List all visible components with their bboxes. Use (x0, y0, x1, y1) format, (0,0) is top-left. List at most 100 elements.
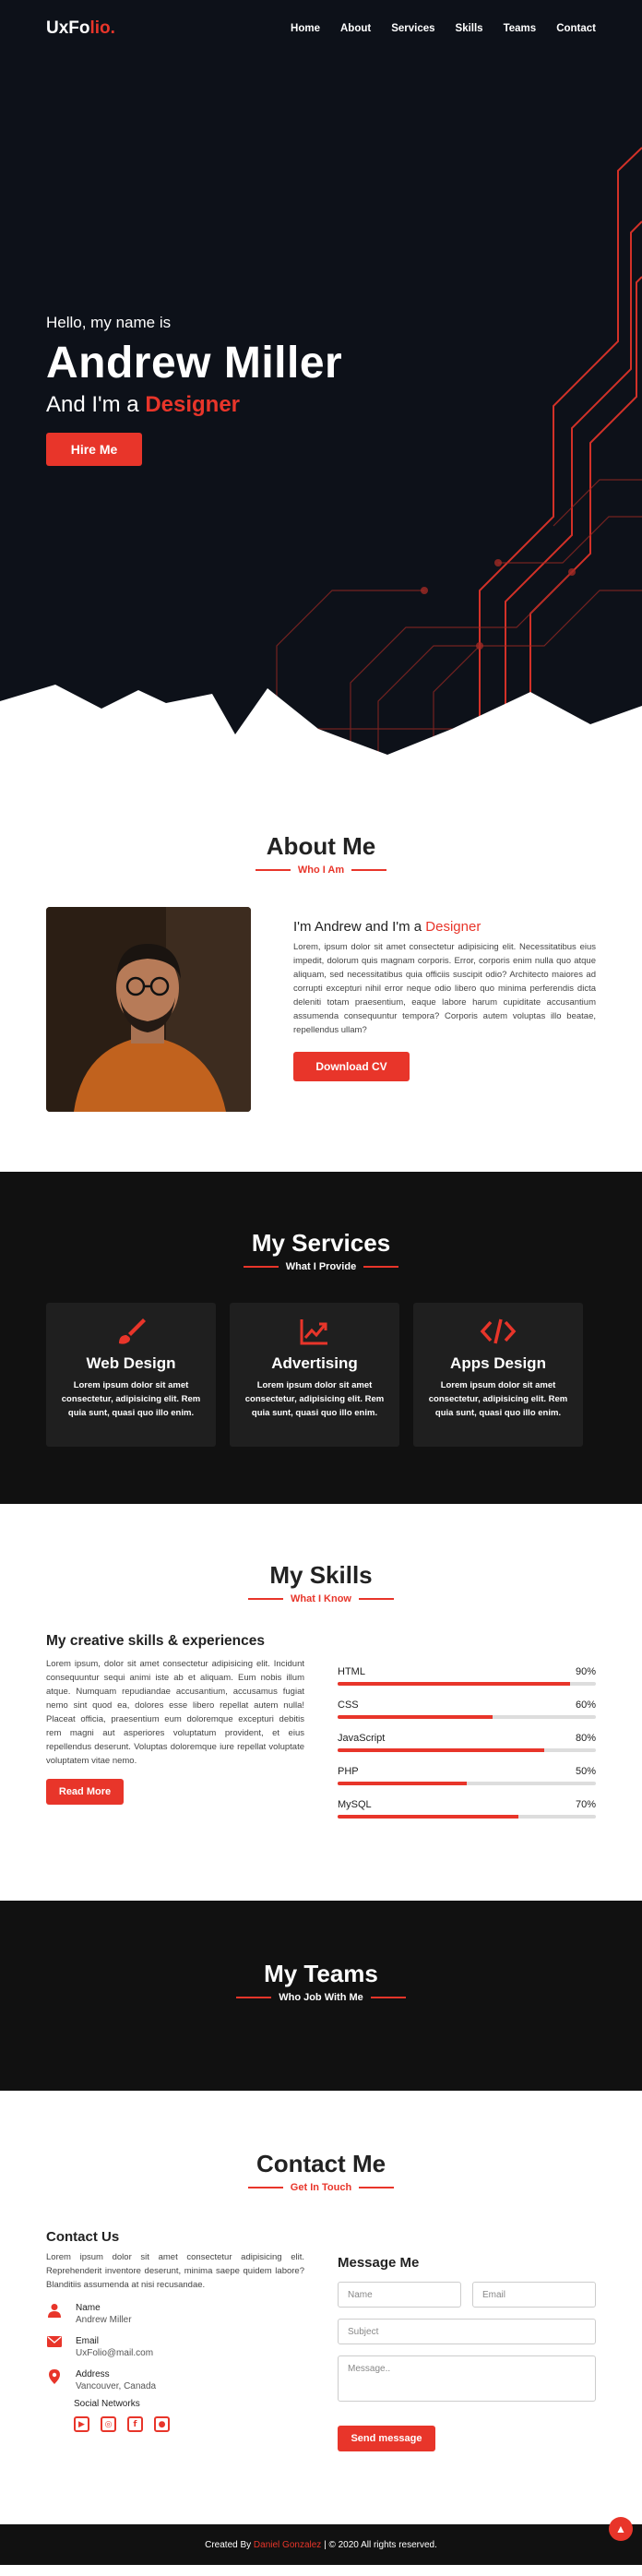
divider (359, 1598, 394, 1600)
read-more-button[interactable]: Read More (46, 1779, 124, 1805)
skill-percent: 50% (575, 1766, 596, 1777)
logo-main: UxFo (46, 18, 90, 38)
skill-name: HTML (338, 1666, 365, 1677)
chart-line-icon (230, 1316, 399, 1347)
code-icon (413, 1316, 583, 1347)
skills-title: My Skills (269, 1561, 373, 1589)
teams-subtitle-text: Who Job With Me (279, 1992, 363, 2003)
divider (247, 2187, 283, 2188)
footer: Created By Daniel Gonzalez | © 2020 All … (0, 2517, 642, 2565)
contact-paragraph: Lorem ipsum dolor sit amet consectetur a… (46, 2252, 304, 2290)
skill-track (338, 1815, 596, 1819)
about-paragraph: Lorem, ipsum dolor sit amet consectetur … (293, 942, 596, 1035)
skill-fill (338, 1815, 518, 1819)
skill-track (338, 1782, 596, 1785)
contact-info: Contact Us Lorem ipsum dolor sit amet co… (46, 2229, 304, 2432)
service-cards: Web Design Lorem ipsum dolor sit amet co… (46, 1303, 583, 1447)
envelope-icon (46, 2336, 63, 2347)
contact-title: Contact Me (256, 2150, 386, 2177)
info-value[interactable]: UxFolio@mail.com (76, 2348, 153, 2358)
about-subtitle: Who I Am (0, 865, 642, 876)
email-field[interactable]: Email (472, 2282, 596, 2308)
divider (351, 869, 387, 871)
skill-percent: 90% (575, 1666, 596, 1677)
info-label: Name (76, 2303, 101, 2313)
message-field[interactable]: Message.. (338, 2355, 596, 2402)
divider (359, 2187, 395, 2188)
download-cv-button[interactable]: Download CV (293, 1052, 410, 1081)
skills-section: My Skills What I Know My creative skills… (0, 1504, 642, 1901)
divider (255, 869, 291, 871)
profile-photo (46, 907, 251, 1112)
footer-suffix: | © 2020 All rights reserved. (324, 2539, 437, 2550)
youtube-icon[interactable]: ▶ (74, 2416, 89, 2432)
form-heading: Message Me (338, 2255, 420, 2271)
skill-bar-javascript: JavaScript 80% (338, 1733, 596, 1752)
skill-fill (338, 1715, 493, 1719)
service-text: Lorem ipsum dolor sit amet consectetur, … (244, 1380, 385, 1418)
instagram-icon[interactable]: ◎ (101, 2416, 116, 2432)
footer-text: Created By Daniel Gonzalez | © 2020 All … (205, 2540, 437, 2550)
skills-text: My creative skills & experiences Lorem i… (46, 1633, 304, 1805)
skill-track (338, 1748, 596, 1752)
skill-fill (338, 1682, 570, 1686)
social-links: ▶ ◎ f ● (74, 2416, 304, 2432)
nav-contact[interactable]: Contact (556, 23, 596, 34)
divider (236, 1997, 272, 1998)
scroll-to-top-button[interactable]: ▲ (609, 2517, 633, 2541)
hire-me-button[interactable]: Hire Me (46, 433, 142, 466)
nav-skills[interactable]: Skills (456, 23, 483, 34)
skill-bar-mysql: MySQL 70% (338, 1799, 596, 1819)
nav-about[interactable]: About (340, 23, 371, 34)
teams-section: My Teams Who Job With Me (0, 1901, 642, 2091)
skill-name: CSS (338, 1699, 359, 1711)
skill-name: JavaScript (338, 1733, 386, 1744)
contact-section: Contact Me Get In Touch Contact Us Lorem… (0, 2091, 642, 2524)
services-section: My Services What I Provide Web Design Lo… (0, 1172, 642, 1504)
service-text: Lorem ipsum dolor sit amet consectetur, … (428, 1380, 568, 1418)
logo[interactable]: UxFolio. (46, 18, 115, 39)
skill-bar-html: HTML 90% (338, 1666, 596, 1686)
contact-address: Address Vancouver, Canada (46, 2369, 304, 2391)
hero-role-word: Designer (145, 392, 241, 417)
about-text: I'm Andrew and I'm a Designer Lorem, ips… (293, 919, 596, 1081)
about-section: About Me Who I Am I'm Andrew and I'm a D… (0, 766, 642, 1172)
hero-greeting: Hello, my name is (46, 314, 172, 331)
contact-email: Email UxFolio@mail.com (46, 2336, 304, 2358)
skill-percent: 70% (575, 1799, 596, 1810)
service-card-web-design[interactable]: Web Design Lorem ipsum dolor sit amet co… (46, 1303, 216, 1447)
contact-subtitle: Get In Touch (0, 2182, 642, 2193)
divider (248, 1598, 283, 1600)
contact-name: Name Andrew Miller (46, 2303, 304, 2325)
skill-fill (338, 1782, 467, 1785)
divider (363, 1266, 399, 1268)
social-heading: Social Networks (74, 2399, 140, 2409)
nav-home[interactable]: Home (291, 23, 320, 34)
contact-heading: Contact Us (46, 2229, 120, 2245)
skill-bar-php: PHP 50% (338, 1766, 596, 1785)
services-title: My Services (251, 1229, 391, 1257)
teams-title: My Teams (264, 1960, 378, 1987)
skills-heading: My creative skills & experiences (46, 1633, 265, 1649)
top-navbar: UxFolio. Home About Services Skills Team… (0, 0, 642, 57)
name-field[interactable]: Name (338, 2282, 461, 2308)
nav-services[interactable]: Services (391, 23, 434, 34)
nav-teams[interactable]: Teams (504, 23, 537, 34)
service-card-advertising[interactable]: Advertising Lorem ipsum dolor sit amet c… (230, 1303, 399, 1447)
skill-name: MySQL (338, 1799, 372, 1810)
map-marker-icon (46, 2369, 63, 2384)
about-heading: I'm Andrew and I'm a Designer (293, 919, 596, 935)
service-title: Web Design (86, 1354, 176, 1372)
divider (243, 1266, 279, 1268)
footer-author[interactable]: Daniel Gonzalez (254, 2540, 321, 2550)
hero-name: Andrew Miller (46, 339, 343, 388)
contact-subtitle-text: Get In Touch (290, 2182, 352, 2193)
send-message-button[interactable]: Send message (338, 2426, 435, 2451)
service-card-apps-design[interactable]: Apps Design Lorem ipsum dolor sit amet c… (413, 1303, 583, 1447)
skill-track (338, 1715, 596, 1719)
subject-field[interactable]: Subject (338, 2319, 596, 2344)
services-subtitle: What I Provide (0, 1261, 642, 1272)
github-icon[interactable]: ● (154, 2416, 170, 2432)
skill-bars: HTML 90% CSS 60% JavaScript 80% PHP 50% MySQ… (338, 1666, 596, 1832)
facebook-icon[interactable]: f (127, 2416, 143, 2432)
